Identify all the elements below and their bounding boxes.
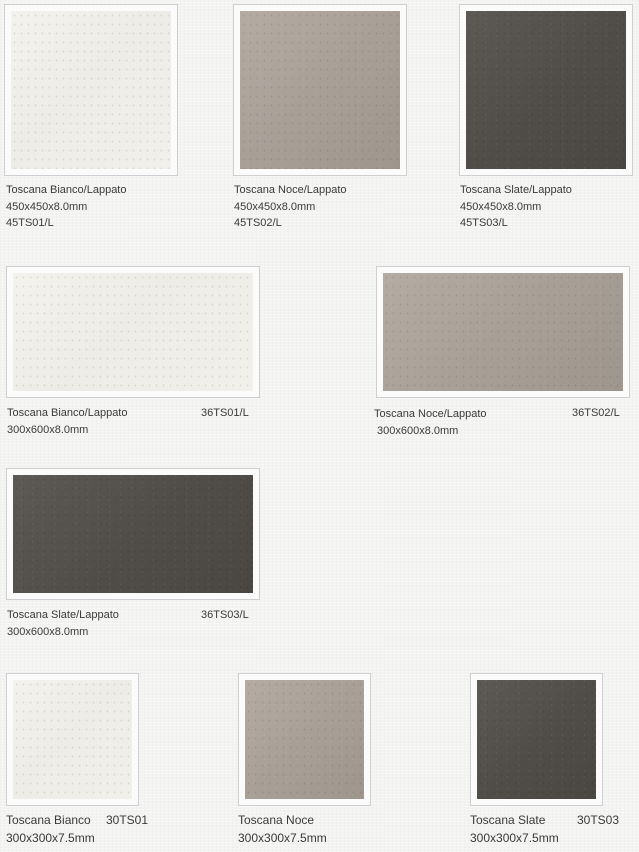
product-code: 45TS02/L <box>234 217 282 229</box>
product-code: 45TS03/L <box>460 217 508 229</box>
product-image-45ts01[interactable] <box>4 4 178 176</box>
product-name: Toscana Slate <box>470 813 546 827</box>
product-name: Toscana Bianco/Lappato <box>6 184 127 196</box>
tile-swatch-slate <box>13 475 253 593</box>
tile-swatch-slate <box>466 11 626 169</box>
product-name: Toscana Slate/Lappato <box>7 609 119 621</box>
tile-swatch-noce <box>245 680 364 799</box>
product-image-36ts03[interactable] <box>6 468 260 600</box>
tile-swatch-noce <box>240 11 400 169</box>
product-size: 300x600x8.0mm <box>377 425 459 437</box>
product-code: 36TS03/L <box>201 609 249 621</box>
product-image-30ts02[interactable] <box>238 673 371 806</box>
product-image-36ts02[interactable] <box>376 266 630 398</box>
product-size: 450x450x8.0mm <box>6 201 88 213</box>
product-image-45ts03[interactable] <box>459 4 633 176</box>
product-name: Toscana Noce <box>238 813 315 827</box>
product-size: 300x300x7.5mm <box>238 831 327 845</box>
product-name: Toscana Bianco/Lappato <box>7 407 128 419</box>
product-code: 30TS03 <box>577 813 620 827</box>
product-size: 450x450x8.0mm <box>460 201 542 213</box>
tile-swatch-slate <box>477 680 596 799</box>
product-name: Toscana Bianco <box>6 813 91 827</box>
product-name: Toscana Slate/Lappato <box>460 184 572 196</box>
product-code: 36TS01/L <box>201 407 249 419</box>
product-image-30ts03[interactable] <box>470 673 603 806</box>
product-code: 45TS01/L <box>6 217 54 229</box>
product-image-36ts01[interactable] <box>6 266 260 398</box>
product-code: 36TS02/L <box>572 407 620 419</box>
product-image-45ts02[interactable] <box>233 4 407 176</box>
product-name: Toscana Noce/Lappato <box>234 184 347 196</box>
tile-swatch-bianco <box>13 680 132 799</box>
product-image-30ts01[interactable] <box>6 673 139 806</box>
tile-swatch-bianco <box>13 273 253 391</box>
product-size: 300x300x7.5mm <box>6 831 95 845</box>
product-code: 30TS01 <box>106 813 149 827</box>
product-size: 300x600x8.0mm <box>7 424 89 436</box>
tile-swatch-bianco <box>11 11 171 169</box>
product-size: 300x300x7.5mm <box>470 831 559 845</box>
tile-swatch-noce <box>383 273 623 391</box>
product-size: 300x600x8.0mm <box>7 626 89 638</box>
product-name: Toscana Noce/Lappato <box>374 408 487 420</box>
product-size: 450x450x8.0mm <box>234 201 316 213</box>
